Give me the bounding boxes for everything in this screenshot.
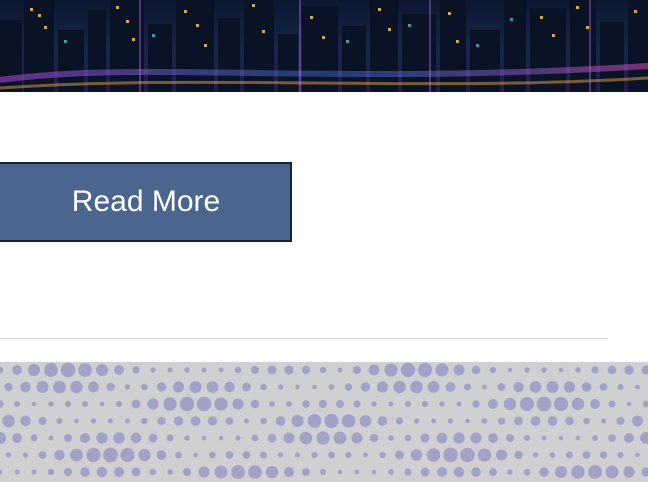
halftone-dots-graphic <box>0 362 648 479</box>
city-skyline-graphic <box>0 0 648 92</box>
read-more-button[interactable]: Read More <box>0 162 292 242</box>
city-skyline-image <box>0 0 648 92</box>
divider <box>0 338 608 339</box>
halftone-pattern-image <box>0 362 648 482</box>
